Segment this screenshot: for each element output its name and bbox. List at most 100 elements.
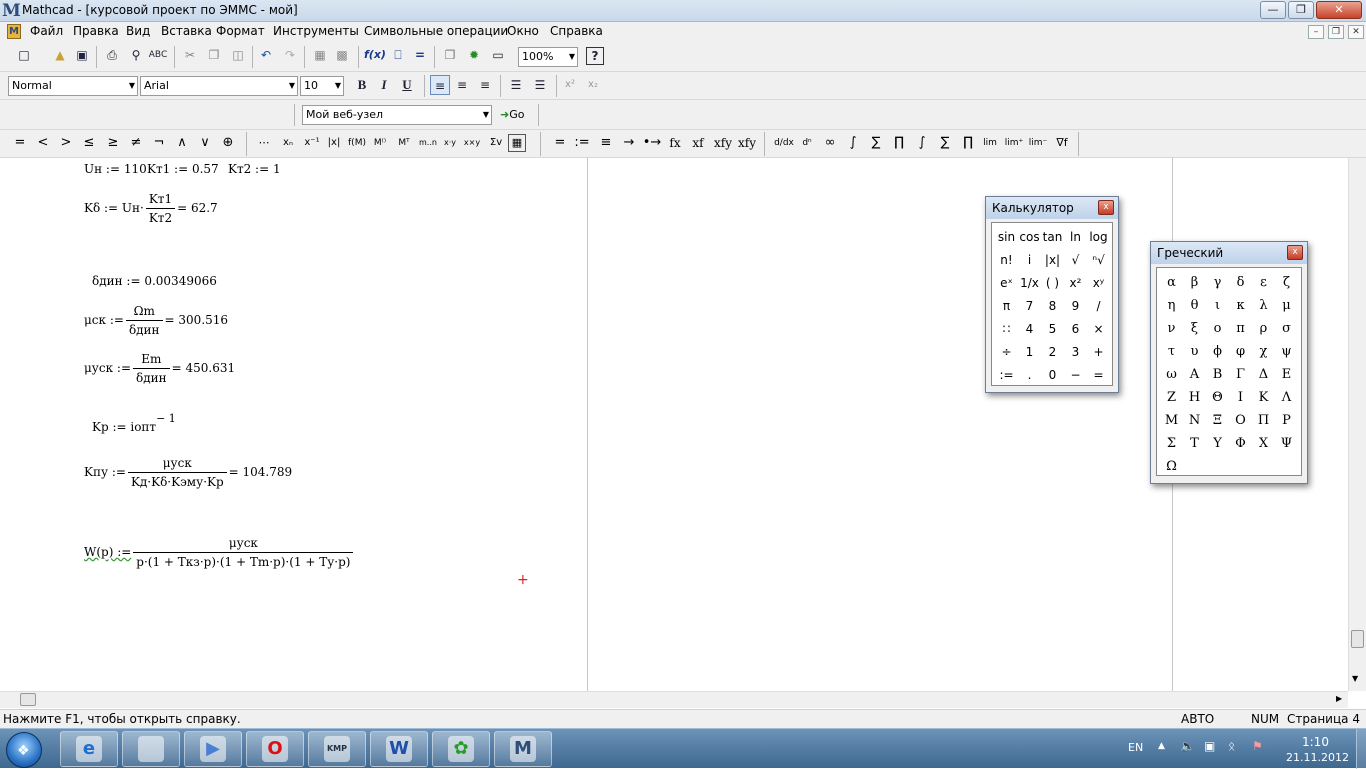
column-icon[interactable]: M⁽⁾ (370, 133, 390, 153)
print-icon[interactable]: ⎙ (102, 45, 122, 65)
greek-key[interactable]: ξ (1183, 317, 1206, 340)
summation-icon[interactable]: ∑ (866, 133, 886, 153)
clock-time[interactable]: 1:10 (1302, 735, 1329, 749)
component-icon[interactable]: ✹ (464, 45, 484, 65)
style-select[interactable]: Normal ▼ (8, 76, 138, 96)
calculator-key[interactable]: 9 (1064, 295, 1087, 318)
calculator-key[interactable]: 5 (1041, 318, 1064, 341)
greek-key[interactable]: Κ (1252, 386, 1275, 409)
calculator-key[interactable]: sin (995, 226, 1018, 249)
greek-key[interactable]: ο (1206, 317, 1229, 340)
greek-key[interactable]: σ (1275, 317, 1298, 340)
picture-icon[interactable]: ▦ (508, 134, 526, 152)
greek-key[interactable]: Τ (1183, 432, 1206, 455)
taskbar-app[interactable]: ✿ (432, 731, 490, 767)
subscript-button[interactable]: x₂ (583, 75, 603, 95)
greek-key[interactable]: Φ (1229, 432, 1252, 455)
greek-key[interactable]: Υ (1206, 432, 1229, 455)
definition-kt2[interactable]: Kт2 := 1 (228, 162, 281, 176)
vertical-scrollbar[interactable]: ▼ (1348, 158, 1366, 691)
menu-format[interactable]: Формат (216, 24, 265, 38)
greek-key[interactable]: Ο (1229, 409, 1252, 432)
postfix-operator-button[interactable]: xf (688, 133, 708, 153)
expression-kd[interactable]: Kδ := Uн· Kт1 Kт2 = 62.7 (84, 192, 218, 225)
calculator-key[interactable]: 3 (1064, 341, 1087, 364)
scroll-right-icon[interactable]: ▶ (1336, 694, 1342, 703)
greek-close-button[interactable]: x (1287, 245, 1303, 260)
calculator-key[interactable]: i (1018, 249, 1041, 272)
calculator-key[interactable]: ⁿ√ (1087, 249, 1110, 272)
align-center-icon[interactable]: ≡ (452, 75, 472, 95)
greek-key[interactable]: Χ (1252, 432, 1275, 455)
greek-key[interactable]: τ (1160, 340, 1183, 363)
greek-key[interactable]: υ (1183, 340, 1206, 363)
action-center-icon[interactable]: ⚑ (1252, 739, 1263, 753)
align-across-icon[interactable]: ▦ (310, 45, 330, 65)
product-icon[interactable]: ∏ (889, 133, 909, 153)
greek-key[interactable]: Σ (1160, 432, 1183, 455)
taskbar-app[interactable] (122, 731, 180, 767)
boolean-le-button[interactable]: ≤ (79, 133, 99, 153)
font-size-select[interactable]: 10 ▼ (300, 76, 344, 96)
resource-center-icon[interactable]: ❐ (440, 45, 460, 65)
greek-key[interactable]: Ι (1229, 386, 1252, 409)
greek-key[interactable]: ρ (1252, 317, 1275, 340)
infix-operator-button[interactable]: xfy (711, 133, 735, 153)
bullet-list-icon[interactable]: ☰ (506, 75, 526, 95)
calculator-key[interactable]: 1/x (1018, 272, 1041, 295)
right-limit-icon[interactable]: lim⁺ (1004, 133, 1024, 153)
copy-icon[interactable]: ❐ (204, 45, 224, 65)
bluetooth-icon[interactable]: ᛟ (1228, 739, 1235, 753)
calculator-key[interactable]: 0 (1041, 364, 1064, 387)
calculator-key[interactable]: cos (1018, 226, 1041, 249)
doc-restore-button[interactable]: ❐ (1328, 25, 1344, 39)
taskbar-app[interactable]: e (60, 731, 118, 767)
greek-key[interactable]: Θ (1206, 386, 1229, 409)
greek-key[interactable]: β (1183, 271, 1206, 294)
menu-file[interactable]: Файл (30, 24, 63, 38)
greek-key[interactable]: η (1160, 294, 1183, 317)
greek-key[interactable]: Ε (1275, 363, 1298, 386)
menu-help[interactable]: Справка (550, 24, 603, 38)
range-product-icon[interactable]: ∏ (958, 133, 978, 153)
align-right-icon[interactable]: ≡ (475, 75, 495, 95)
menu-window[interactable]: Окно (507, 24, 539, 38)
boolean-equal-button[interactable]: = (10, 133, 30, 153)
greek-key[interactable]: Ν (1183, 409, 1206, 432)
range-sum-icon[interactable]: ∑ (935, 133, 955, 153)
taskbar-app[interactable]: W (370, 731, 428, 767)
dot-product-icon[interactable]: x·y (440, 133, 460, 153)
calculator-key[interactable]: ∷ (995, 318, 1018, 341)
cut-icon[interactable]: ✂ (180, 45, 200, 65)
menu-edit[interactable]: Правка (73, 24, 119, 38)
language-indicator[interactable]: EN (1128, 741, 1143, 754)
greek-key[interactable]: π (1229, 317, 1252, 340)
worksheet[interactable]: Uн := 110 Kт1 := 0.57 Kт2 := 1 Kδ := Uн·… (0, 158, 1348, 691)
greek-key[interactable]: Ψ (1275, 432, 1298, 455)
range-icon[interactable]: m..n (418, 133, 438, 153)
greek-key[interactable]: Λ (1275, 386, 1298, 409)
definition-kt1[interactable]: Kт1 := 0.57 (147, 162, 219, 176)
greek-key[interactable]: Ξ (1206, 409, 1229, 432)
indefinite-integral-icon[interactable]: ∫ (912, 133, 932, 153)
insert-function-icon[interactable]: f(x) (364, 45, 386, 65)
treefix-operator-button[interactable]: xfy (735, 133, 759, 153)
doc-close-button[interactable]: ✕ (1348, 25, 1364, 39)
network-icon[interactable]: ▣ (1204, 739, 1215, 753)
derivative-icon[interactable]: d/dx (774, 133, 794, 153)
save-icon[interactable]: ▣ (72, 45, 92, 65)
cross-product-icon[interactable]: x×y (462, 133, 482, 153)
calculator-key[interactable]: 4 (1018, 318, 1041, 341)
calculator-key[interactable]: 1 (1018, 341, 1041, 364)
greek-key[interactable]: χ (1252, 340, 1275, 363)
calculator-key[interactable]: × (1087, 318, 1110, 341)
align-left-icon[interactable]: ≡ (430, 75, 450, 95)
calculator-key[interactable]: √ (1064, 249, 1087, 272)
spellcheck-icon[interactable]: ABC (148, 45, 168, 65)
underline-button[interactable]: U (397, 75, 417, 95)
greek-key[interactable]: Δ (1252, 363, 1275, 386)
boolean-ge-button[interactable]: ≥ (103, 133, 123, 153)
calculator-key[interactable]: |x| (1041, 249, 1064, 272)
greek-key[interactable]: ω (1160, 363, 1183, 386)
calculator-key[interactable]: − (1064, 364, 1087, 387)
